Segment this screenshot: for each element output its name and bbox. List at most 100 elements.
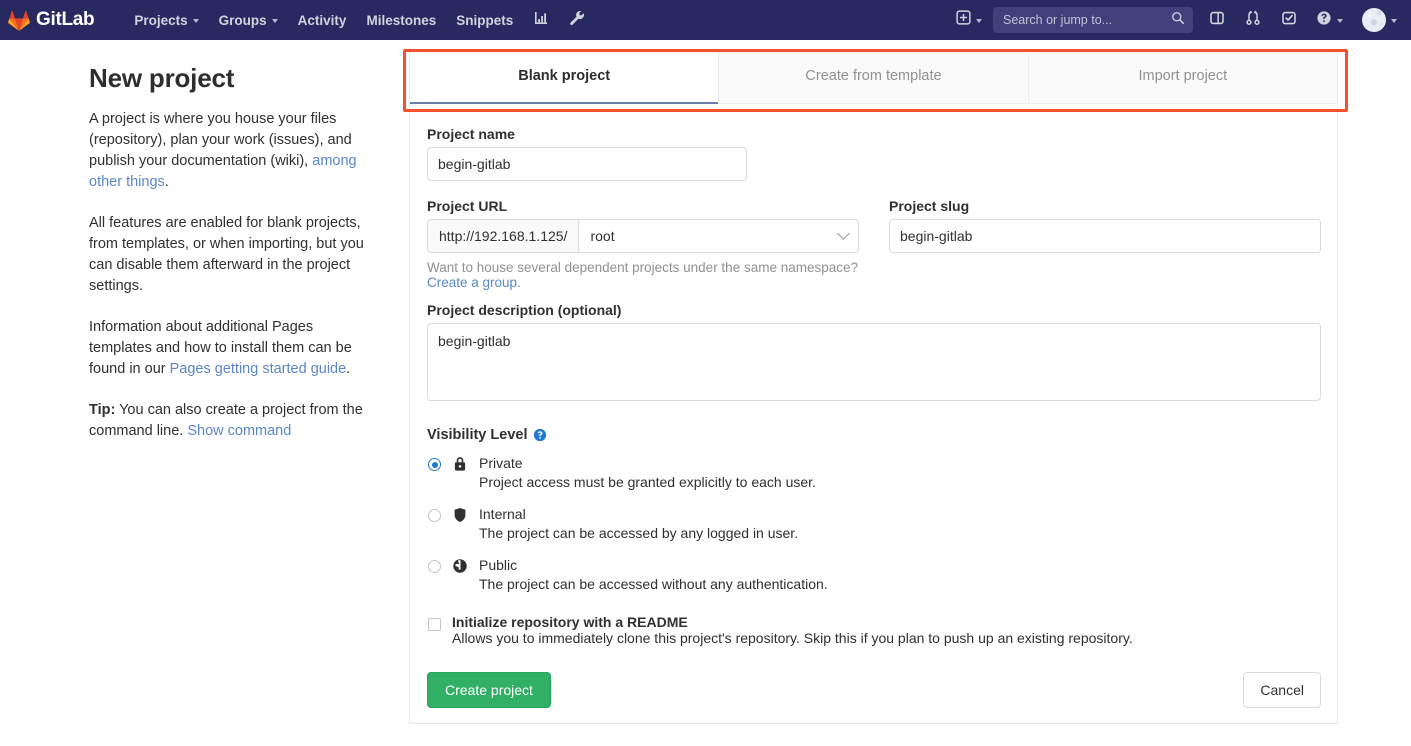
visibility-private-description: Project access must be granted explicitl… bbox=[479, 474, 816, 490]
visibility-internal-text: Internal The project can be accessed by … bbox=[479, 505, 798, 543]
tab-label: Blank project bbox=[518, 68, 611, 84]
analytics-chart-icon bbox=[533, 10, 549, 31]
gitlab-tanuki-icon bbox=[8, 10, 30, 31]
nav-item-groups[interactable]: Groups bbox=[209, 0, 288, 40]
help-button[interactable] bbox=[1307, 0, 1352, 40]
new-item-button[interactable] bbox=[947, 0, 991, 40]
shield-icon bbox=[452, 505, 479, 523]
new-project-panel: Blank project Create from template Impor… bbox=[409, 49, 1338, 724]
project-url-input-group: http://192.168.1.125/ root bbox=[427, 219, 859, 253]
search-box[interactable] bbox=[993, 7, 1193, 33]
show-command-link[interactable]: Show command bbox=[187, 423, 291, 439]
project-slug-field: Project slug bbox=[889, 198, 1321, 290]
create-project-button[interactable]: Create project bbox=[427, 672, 551, 708]
pages-text-tail: . bbox=[346, 361, 351, 377]
navbar-menu: Projects Groups Activity Milestones Snip… bbox=[124, 0, 595, 40]
tab-blank-project[interactable]: Blank project bbox=[410, 49, 720, 104]
intro-paragraph-1: A project is where you house your files … bbox=[89, 109, 376, 193]
project-url-prefix: http://192.168.1.125/ bbox=[427, 219, 579, 253]
question-circle-icon[interactable] bbox=[533, 428, 547, 442]
lock-icon bbox=[452, 454, 479, 472]
visibility-radio-internal[interactable] bbox=[428, 509, 441, 522]
chevron-down-icon bbox=[192, 19, 199, 23]
navbar-left-group: GitLab Projects Groups Activity Mileston… bbox=[0, 0, 595, 40]
user-menu-button[interactable] bbox=[1352, 0, 1403, 40]
project-type-tabs: Blank project Create from template Impor… bbox=[410, 49, 1337, 104]
create-a-group-link[interactable]: Create a group bbox=[427, 275, 517, 290]
nav-item-snippets[interactable]: Snippets bbox=[446, 0, 523, 40]
visibility-option-public[interactable]: Public The project can be accessed witho… bbox=[427, 556, 1267, 594]
project-url-field: Project URL http://192.168.1.125/ root W… bbox=[427, 198, 859, 290]
namespace-helper-text: Want to house several dependent projects… bbox=[427, 260, 859, 275]
tab-label: Create from template bbox=[805, 68, 942, 84]
pages-getting-started-guide-link[interactable]: Pages getting started guide bbox=[170, 361, 347, 377]
project-url-label: Project URL bbox=[427, 198, 508, 214]
tab-label: Import project bbox=[1138, 68, 1228, 84]
namespace-helper-tail: . bbox=[517, 275, 521, 290]
visibility-internal-description: The project can be accessed by any logge… bbox=[479, 525, 799, 541]
nav-item-activity[interactable]: Activity bbox=[288, 0, 357, 40]
question-circle-icon bbox=[1316, 10, 1332, 31]
visibility-radio-private[interactable] bbox=[428, 458, 441, 471]
page-title: New project bbox=[89, 63, 235, 93]
chevron-down-icon bbox=[271, 19, 278, 23]
project-description-textarea[interactable]: begin-gitlab bbox=[427, 323, 1321, 401]
project-slug-input[interactable] bbox=[889, 219, 1321, 253]
initialize-readme-title: Initialize repository with a README bbox=[452, 614, 688, 630]
namespace-helper: Want to house several dependent projects… bbox=[427, 260, 859, 290]
gitlab-home-link[interactable]: GitLab bbox=[0, 0, 102, 40]
nav-item-milestones[interactable]: Milestones bbox=[356, 0, 446, 40]
visibility-radio-public[interactable] bbox=[428, 560, 441, 573]
nav-item-label: Milestones bbox=[366, 12, 437, 28]
tab-create-from-template[interactable]: Create from template bbox=[719, 49, 1029, 103]
intro-tip: Tip: You can also create a project from … bbox=[89, 400, 376, 442]
visibility-level-title: Visibility Level bbox=[427, 427, 1267, 443]
initialize-readme-option[interactable]: Initialize repository with a README Allo… bbox=[427, 614, 1267, 646]
project-description-field: Project description (optional) begin-git… bbox=[427, 302, 1321, 406]
search-input[interactable] bbox=[1001, 12, 1171, 28]
tip-label: Tip: bbox=[89, 402, 116, 418]
tab-import-project[interactable]: Import project bbox=[1028, 49, 1337, 103]
initialize-readme-checkbox[interactable] bbox=[428, 618, 441, 631]
form-actions: Create project Cancel bbox=[427, 672, 1321, 708]
nav-item-projects[interactable]: Projects bbox=[124, 0, 208, 40]
namespace-selected-value: root bbox=[590, 228, 615, 244]
nav-item-label: Snippets bbox=[456, 12, 514, 28]
chevron-down-icon bbox=[1391, 19, 1397, 23]
project-name-field: Project name bbox=[427, 126, 1267, 181]
nav-item-analytics[interactable] bbox=[523, 0, 559, 40]
chevron-down-icon bbox=[1337, 19, 1343, 23]
visibility-public-name: Public bbox=[479, 557, 518, 573]
visibility-public-description: The project can be accessed without any … bbox=[479, 576, 828, 592]
visibility-internal-name: Internal bbox=[479, 506, 526, 522]
project-name-input[interactable] bbox=[427, 147, 747, 181]
merge-requests-button[interactable] bbox=[1235, 0, 1271, 40]
namespace-select[interactable]: root bbox=[578, 219, 859, 253]
visibility-option-private[interactable]: Private Project access must be granted e… bbox=[427, 454, 1267, 492]
user-avatar bbox=[1362, 8, 1386, 32]
intro-paragraph-3: Information about additional Pages templ… bbox=[89, 317, 376, 380]
intro-paragraph-2: All features are enabled for blank proje… bbox=[89, 215, 364, 294]
plus-square-icon bbox=[956, 10, 971, 30]
merge-request-icon bbox=[1245, 10, 1261, 31]
issues-button[interactable] bbox=[1199, 0, 1235, 40]
new-project-form: Project name Project URL http://192.168.… bbox=[410, 104, 1337, 708]
project-name-label: Project name bbox=[427, 126, 515, 142]
nav-item-label: Groups bbox=[218, 12, 267, 28]
project-description-label: Project description (optional) bbox=[427, 302, 622, 318]
project-url-slug-row: Project URL http://192.168.1.125/ root W… bbox=[427, 198, 1321, 290]
globe-icon bbox=[452, 556, 479, 574]
todos-button[interactable] bbox=[1271, 0, 1307, 40]
wrench-icon bbox=[569, 10, 585, 31]
cancel-button[interactable]: Cancel bbox=[1243, 672, 1321, 708]
visibility-option-internal[interactable]: Internal The project can be accessed by … bbox=[427, 505, 1267, 543]
project-slug-label: Project slug bbox=[889, 198, 970, 214]
navbar-right-group bbox=[947, 0, 1411, 40]
chevron-down-icon bbox=[837, 226, 850, 240]
initialize-readme-text: Initialize repository with a README Allo… bbox=[452, 614, 1133, 646]
issues-icon bbox=[1209, 10, 1225, 31]
brand-name: GitLab bbox=[36, 9, 95, 30]
nav-item-admin-area[interactable] bbox=[559, 0, 595, 40]
visibility-private-name: Private bbox=[479, 455, 523, 471]
visibility-level-label: Visibility Level bbox=[427, 427, 528, 443]
